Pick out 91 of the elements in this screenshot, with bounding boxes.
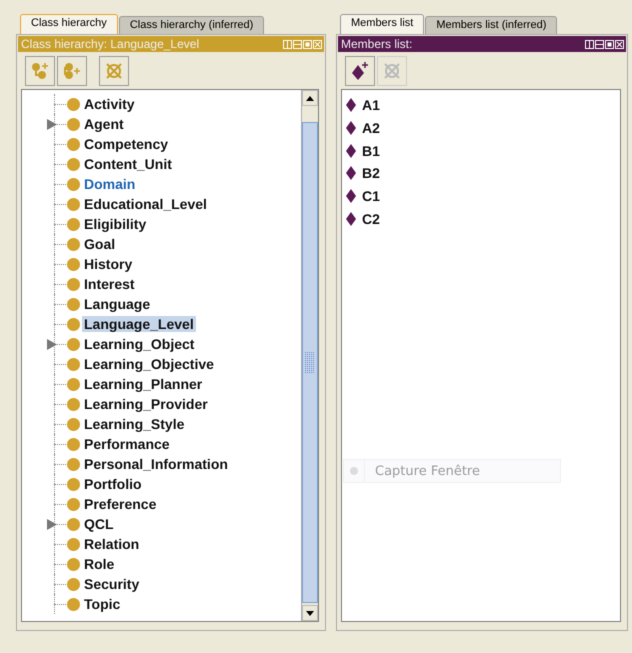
panel-tab[interactable]: Members list bbox=[340, 14, 424, 34]
individual-icon bbox=[346, 121, 356, 136]
class-tree-item[interactable]: Learning_Style bbox=[82, 416, 186, 432]
class-icon bbox=[67, 298, 80, 310]
member-item[interactable]: B2 bbox=[356, 165, 382, 182]
add-subclass-button[interactable] bbox=[25, 56, 55, 86]
delete-icon bbox=[382, 61, 402, 81]
delete-button[interactable] bbox=[99, 56, 129, 86]
delete-icon bbox=[104, 61, 124, 81]
class-tree-item[interactable]: Interest bbox=[82, 276, 137, 292]
class-tree-item[interactable]: Portfolio bbox=[82, 476, 144, 492]
class-tree-item[interactable]: Preference bbox=[82, 496, 158, 512]
individual-icon bbox=[346, 166, 356, 180]
class-icon bbox=[67, 318, 80, 330]
scroll-down-icon[interactable] bbox=[306, 610, 314, 616]
minimize-icon[interactable] bbox=[595, 40, 604, 48]
individual-icon bbox=[346, 144, 356, 158]
class-tree-item[interactable]: Domain bbox=[82, 176, 138, 192]
class-icon bbox=[67, 598, 80, 610]
class-tree-item[interactable]: Learning_Planner bbox=[82, 376, 204, 392]
add-sibling-button[interactable] bbox=[57, 56, 87, 86]
class-icon bbox=[67, 178, 80, 190]
class-icon bbox=[67, 398, 80, 410]
class-icon bbox=[67, 158, 80, 170]
class-icon bbox=[67, 358, 80, 370]
view-title: Class hierarchy: Language_Level bbox=[21, 37, 200, 51]
panel-tab[interactable]: Class hierarchy (inferred) bbox=[118, 16, 264, 34]
add-individual-button[interactable] bbox=[345, 56, 375, 86]
class-tree-item[interactable]: Competency bbox=[82, 136, 170, 152]
class-tree-item[interactable]: Agent bbox=[82, 116, 126, 132]
class-icon bbox=[67, 218, 80, 230]
split-icon[interactable] bbox=[585, 40, 594, 48]
class-icon bbox=[67, 338, 80, 350]
class-tree-item[interactable]: QCL bbox=[82, 516, 116, 532]
class-tree-item[interactable]: Content_Unit bbox=[82, 156, 174, 172]
class-tree-item[interactable]: Educational_Level bbox=[82, 196, 209, 212]
class-icon bbox=[67, 418, 80, 430]
class-tree-item[interactable]: History bbox=[82, 256, 134, 272]
member-item[interactable]: A2 bbox=[356, 120, 382, 136]
class-tree-item[interactable]: Activity bbox=[82, 96, 137, 112]
class-tree-item[interactable]: Personal_Information bbox=[82, 456, 230, 472]
class-tree-item[interactable]: Goal bbox=[82, 236, 118, 252]
member-item[interactable]: A1 bbox=[356, 97, 382, 114]
class-tree-item[interactable]: Performance bbox=[82, 436, 172, 452]
class-icon bbox=[67, 578, 80, 590]
class-tree-item[interactable]: Language bbox=[82, 296, 152, 312]
panel-tab[interactable]: Class hierarchy bbox=[20, 14, 118, 34]
class-icon bbox=[67, 438, 80, 450]
maximize-icon[interactable] bbox=[605, 40, 614, 48]
class-icon bbox=[67, 538, 80, 550]
class-icon bbox=[67, 278, 80, 290]
class-tree-item[interactable]: Security bbox=[82, 576, 142, 592]
class-icon bbox=[67, 378, 80, 390]
class-icon bbox=[67, 558, 80, 570]
class-tree-item[interactable]: Role bbox=[82, 556, 116, 572]
expand-arrow-icon[interactable] bbox=[47, 519, 57, 530]
class-icon bbox=[67, 478, 80, 490]
member-item[interactable]: B1 bbox=[356, 142, 382, 159]
class-icon bbox=[67, 498, 80, 510]
class-icon bbox=[67, 458, 80, 470]
scrollbar[interactable] bbox=[301, 90, 318, 621]
member-item[interactable]: C1 bbox=[356, 188, 382, 204]
individual-icon bbox=[346, 98, 356, 112]
individual-icon bbox=[346, 189, 356, 204]
class-tree-item[interactable]: Learning_Objective bbox=[82, 356, 216, 372]
expand-arrow-icon[interactable] bbox=[47, 119, 57, 130]
class-tree-item[interactable]: Learning_Provider bbox=[82, 396, 210, 412]
expand-arrow-icon[interactable] bbox=[47, 339, 57, 350]
scroll-up-icon[interactable] bbox=[306, 96, 314, 100]
class-tree-item[interactable]: Topic bbox=[82, 596, 122, 612]
member-item[interactable]: C2 bbox=[356, 210, 382, 227]
class-icon bbox=[67, 118, 80, 130]
class-icon bbox=[67, 238, 80, 250]
class-tree-item[interactable]: Language_Level bbox=[82, 316, 196, 332]
class-tree-item[interactable]: Learning_Object bbox=[82, 336, 196, 352]
class-icon bbox=[67, 518, 80, 530]
class-icon bbox=[67, 198, 80, 210]
class-tree-item[interactable]: Relation bbox=[82, 536, 142, 552]
grip-icon bbox=[305, 352, 315, 374]
add-individual-icon bbox=[350, 61, 370, 81]
close-icon[interactable] bbox=[615, 40, 624, 48]
class-tree-item[interactable]: Eligibility bbox=[82, 216, 148, 232]
class-icon bbox=[67, 98, 80, 110]
record-icon bbox=[350, 467, 358, 475]
view-title: Members list: bbox=[341, 37, 414, 51]
class-icon bbox=[67, 138, 80, 150]
class-icon bbox=[67, 258, 80, 270]
add-sibling-icon bbox=[62, 61, 82, 81]
add-subclass-icon bbox=[30, 61, 50, 81]
panel-tab[interactable]: Members list (inferred) bbox=[425, 16, 558, 34]
individual-icon bbox=[346, 212, 356, 226]
